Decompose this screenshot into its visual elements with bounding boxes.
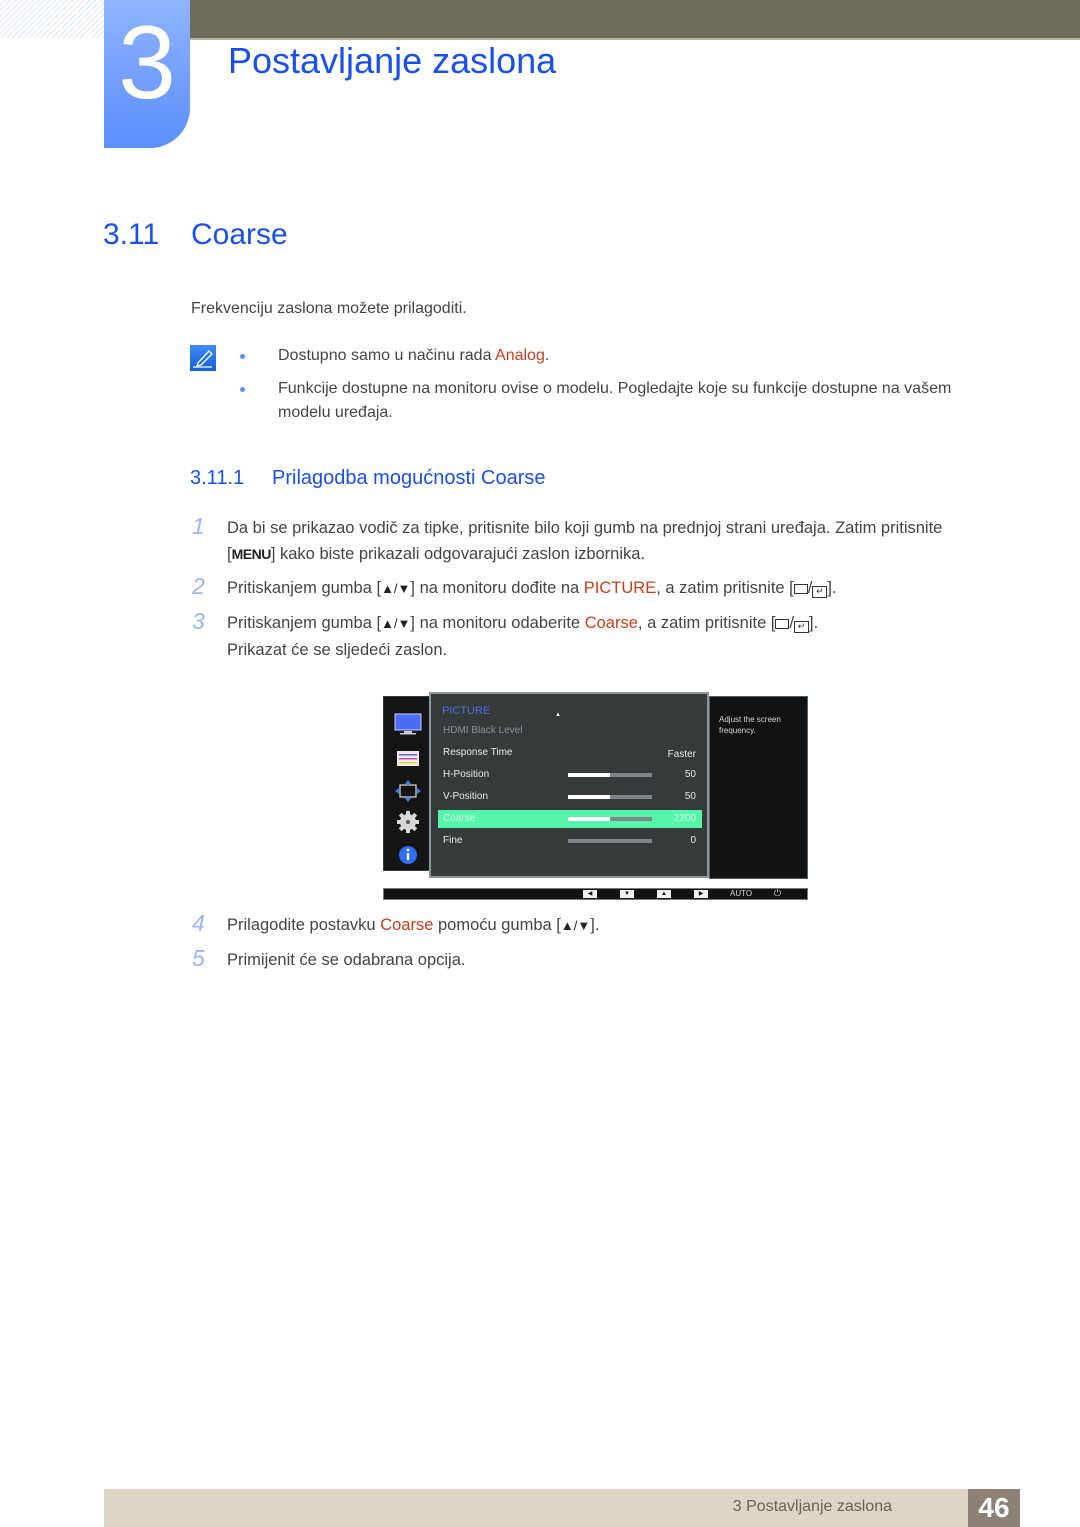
up-down-arrows-icon: ▲/▼ xyxy=(381,616,411,631)
picture-highlight: PICTURE xyxy=(583,579,657,597)
osd-menu-screenshot: PICTURE ▲ HDMI Black Level Response Time… xyxy=(383,692,808,902)
osd-menu-title: PICTURE xyxy=(442,705,491,717)
step-4: 4 Prilagodite postavku Coarse pomoću gum… xyxy=(192,910,600,936)
coarse-slider xyxy=(568,817,652,821)
step-number: 1 xyxy=(192,513,205,539)
section-name: Coarse xyxy=(191,218,288,251)
osd-menu-panel: PICTURE ▲ HDMI Black Level Response Time… xyxy=(429,692,709,878)
menu-key: MENU xyxy=(231,546,272,562)
note-pencil-icon xyxy=(190,345,216,371)
bullet xyxy=(240,387,245,392)
osd-row-h-position: H-Position 50 xyxy=(443,769,696,780)
up-down-arrows-icon: ▲/▼ xyxy=(560,918,591,933)
scroll-up-icon: ▲ xyxy=(555,712,561,718)
steps-list-top: 1 Da bi se prikazao vodič za tipke, prit… xyxy=(192,513,1002,671)
mode-highlight: Analog xyxy=(495,347,545,364)
coarse-highlight: Coarse xyxy=(584,614,638,632)
chapter-title: Postavljanje zaslona xyxy=(228,40,557,81)
size-position-icon xyxy=(395,780,421,802)
source-icon xyxy=(793,584,808,594)
up-button-icon: ▲ xyxy=(657,890,671,898)
gear-icon xyxy=(397,811,419,833)
step-number: 5 xyxy=(192,945,205,971)
step-3: 3 Pritiskanjem gumba [▲/▼] na monitoru o… xyxy=(192,608,819,659)
step-number: 3 xyxy=(192,608,205,634)
note-item: Dostupno samo u načinu rada Analog. xyxy=(240,344,990,368)
section-intro: Frekvenciju zaslona možete prilagoditi. xyxy=(191,300,467,317)
subsection-number: 3.11.1 xyxy=(190,467,245,489)
section-title: 3.11 Coarse xyxy=(103,218,288,252)
subsection-name: Prilagodba mogućnosti Coarse xyxy=(272,467,546,489)
osd-sidebar xyxy=(383,696,431,871)
chapter-number: 3 xyxy=(118,5,176,121)
enter-icon: ↵ xyxy=(812,586,828,598)
bullet xyxy=(240,354,245,359)
osd-row-hdmi-black-level: HDMI Black Level xyxy=(443,725,523,736)
step-number: 2 xyxy=(192,573,205,599)
osd-row-response-time: Response Time Faster xyxy=(443,747,696,760)
left-button-icon: ◀ xyxy=(583,890,597,898)
step-3-result: Prikazat će se sljedeći zaslon. xyxy=(227,641,448,659)
header-hatch-decoration xyxy=(0,0,104,38)
power-icon: ⏻ xyxy=(774,888,782,898)
info-icon xyxy=(399,846,417,864)
step-1: 1 Da bi se prikazao vodič za tipke, prit… xyxy=(192,513,943,563)
coarse-highlight: Coarse xyxy=(380,916,434,934)
monitor-icon xyxy=(394,713,422,735)
osd-help-text: Adjust the screen frequency. xyxy=(719,715,781,735)
v-position-slider xyxy=(568,795,652,799)
down-button-icon: ▼ xyxy=(620,890,634,898)
osd-button-guide: ◀ ▼ ▲ ▶ AUTO ⏻ xyxy=(383,888,808,900)
enter-icon: ↵ xyxy=(794,621,810,633)
osd-row-v-position: V-Position 50 xyxy=(443,791,696,802)
fine-slider xyxy=(568,839,652,843)
steps-list-bottom: 4 Prilagodite postavku Coarse pomoću gum… xyxy=(192,910,1002,981)
footer-chapter-label: 3 Postavljanje zaslona xyxy=(732,1498,892,1515)
source-icon xyxy=(775,619,790,629)
page-footer: 3 Postavljanje zaslona 46 xyxy=(104,1489,1020,1527)
step-2: 2 Pritiskanjem gumba [▲/▼] na monitoru d… xyxy=(192,573,837,599)
step-number: 4 xyxy=(192,910,205,936)
osd-help-panel: Adjust the screen frequency. xyxy=(709,696,808,879)
subsection-title: 3.11.1 Prilagodba mogućnosti Coarse xyxy=(190,467,546,490)
page-number: 46 xyxy=(968,1489,1020,1527)
color-settings-icon xyxy=(397,751,419,766)
auto-button-label: AUTO xyxy=(730,889,753,898)
section-number: 3.11 xyxy=(103,218,160,251)
notes-list: Dostupno samo u načinu rada Analog. Funk… xyxy=(240,344,990,434)
osd-row-coarse: Coarse 2200 xyxy=(438,810,702,828)
note-item: Funkcije dostupne na monitoru ovise o mo… xyxy=(240,377,990,425)
right-button-icon: ▶ xyxy=(694,890,708,898)
step-5: 5 Primijenit će se odabrana opcija. xyxy=(192,945,466,971)
h-position-slider xyxy=(568,773,652,777)
up-down-arrows-icon: ▲/▼ xyxy=(381,581,411,596)
header-bar xyxy=(190,0,1080,40)
osd-row-fine: Fine 0 xyxy=(443,835,696,846)
